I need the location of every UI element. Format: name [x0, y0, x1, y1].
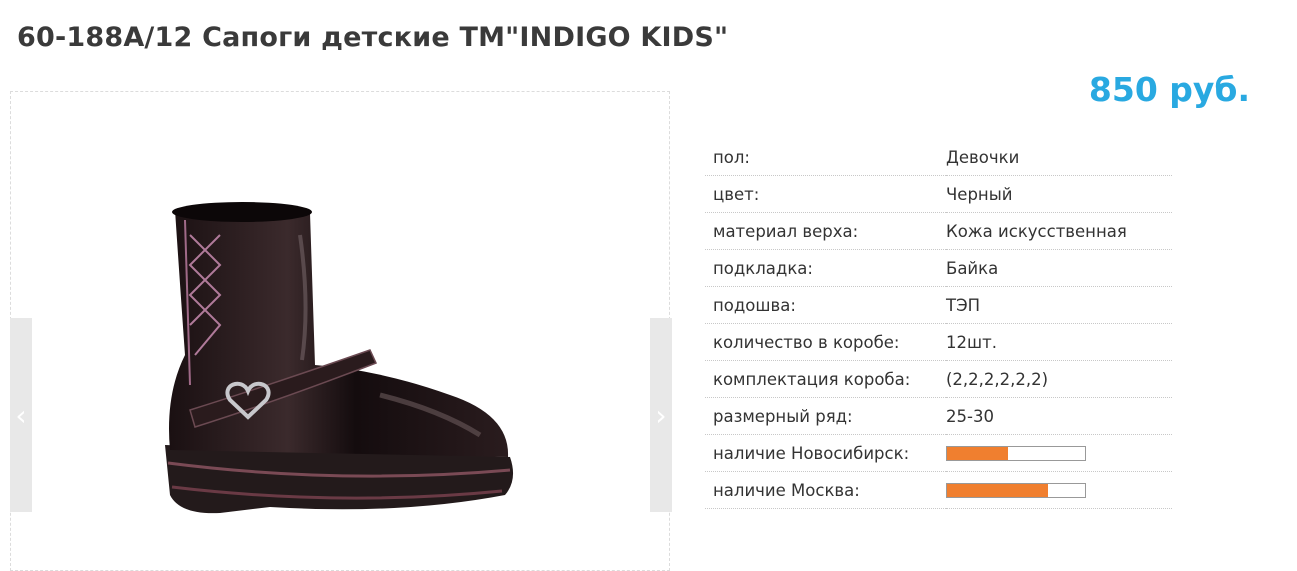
spec-label: размерный ряд: [705, 397, 946, 435]
stock-level-fill [947, 446, 1008, 460]
availability-row: наличие Москва: [705, 471, 1172, 509]
product-image [165, 202, 514, 514]
gallery-next-button[interactable]: › [650, 318, 672, 512]
spec-row: материал верха: Кожа искусственная [705, 212, 1172, 250]
spec-label: подошва: [705, 286, 946, 324]
gallery-prev-button[interactable]: ‹ [10, 318, 32, 512]
stock-level-fill [947, 483, 1048, 497]
spec-label: подкладка: [705, 249, 946, 287]
spec-row: количество в коробе: 12шт. [705, 323, 1172, 361]
spec-value: ТЭП [946, 286, 1172, 324]
spec-value: 25-30 [946, 397, 1172, 435]
spec-label: цвет: [705, 175, 946, 213]
spec-row: цвет: Черный [705, 175, 1172, 213]
spec-row: подкладка: Байка [705, 249, 1172, 287]
availability-row: наличие Новосибирск: [705, 434, 1172, 472]
spec-label: комплектация короба: [705, 360, 946, 398]
availability-cell [946, 471, 1172, 509]
stock-level-bar [946, 482, 1086, 498]
stock-level-bar [946, 445, 1086, 461]
spec-value: Байка [946, 249, 1172, 287]
spec-value: (2,2,2,2,2,2) [946, 360, 1172, 398]
chevron-right-icon: › [655, 398, 667, 432]
availability-cell [946, 434, 1172, 472]
product-specs-table: пол: Девочки цвет: Черный материал верха… [705, 139, 1172, 509]
spec-row: комплектация короба: (2,2,2,2,2,2) [705, 360, 1172, 398]
spec-row: подошва: ТЭП [705, 286, 1172, 324]
spec-label: пол: [705, 139, 946, 176]
product-price: 850 руб. [1088, 70, 1250, 109]
chevron-left-icon: ‹ [15, 398, 27, 432]
spec-value: Кожа искусственная [946, 212, 1172, 250]
spec-row: размерный ряд: 25-30 [705, 397, 1172, 435]
spec-label: количество в коробе: [705, 323, 946, 361]
availability-label: наличие Новосибирск: [705, 434, 946, 472]
spec-value: Черный [946, 175, 1172, 213]
availability-label: наличие Москва: [705, 471, 946, 509]
spec-row: пол: Девочки [705, 139, 1172, 176]
product-title: 60-188A/12 Сапоги детские ТМ"INDIGO KIDS… [17, 22, 729, 53]
spec-value: Девочки [946, 139, 1172, 176]
spec-label: материал верха: [705, 212, 946, 250]
spec-value: 12шт. [946, 323, 1172, 361]
